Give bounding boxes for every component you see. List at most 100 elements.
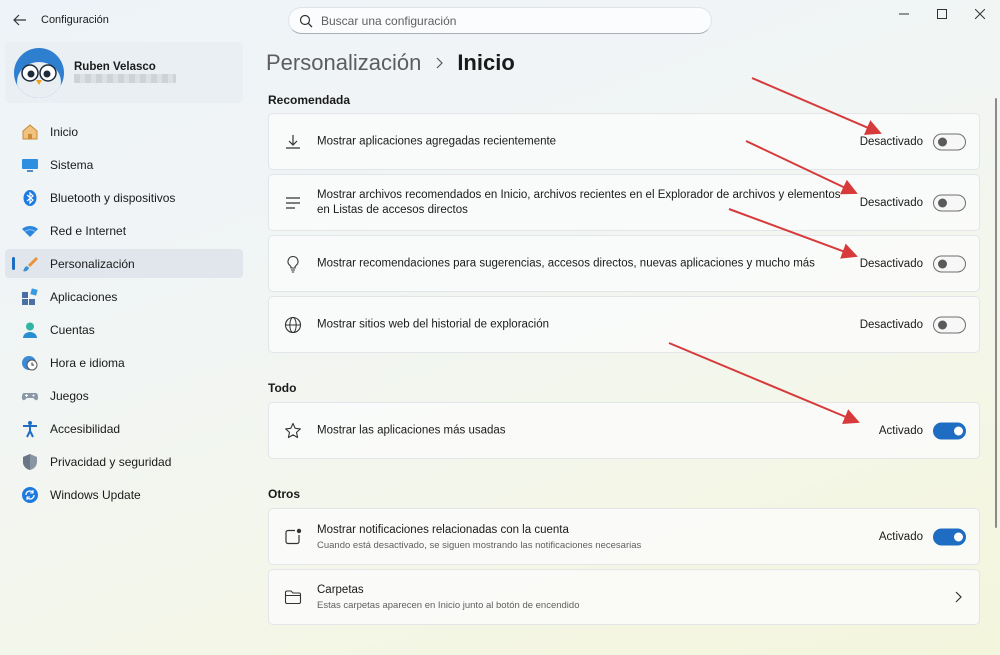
setting-most-used-apps: Mostrar las aplicaciones más usadas Acti… [268,402,980,459]
sidebar-item-label: Windows Update [50,487,141,502]
chevron-right-icon [435,57,444,69]
sidebar-item-label: Bluetooth y dispositivos [50,190,176,205]
scrollbar[interactable] [995,98,997,528]
globe-icon [283,315,303,335]
search-icon [299,14,313,27]
toggle-state: Desactivado [859,135,923,148]
toggle-state: Desactivado [859,196,923,209]
gamepad-icon [21,387,39,405]
setting-recommended-files: Mostrar archivos recomendados en Inicio,… [268,174,980,231]
toggle-switch[interactable] [933,194,966,211]
sidebar-item-accesibilidad[interactable]: Accesibilidad [5,414,243,443]
person-icon [21,321,39,339]
sidebar-item-label: Sistema [50,157,94,172]
sidebar-item-label: Inicio [50,124,79,139]
toggle-switch[interactable] [933,422,966,439]
back-button[interactable] [8,8,32,32]
search-box[interactable] [288,7,712,34]
monitor-icon [21,156,39,174]
sidebar-item-cuentas[interactable]: Cuentas [5,315,243,344]
sidebar-item-inicio[interactable]: Inicio [5,117,243,146]
setting-label: Mostrar recomendaciones para sugerencias… [317,257,815,269]
sidebar-item-privacidad[interactable]: Privacidad y seguridad [5,447,243,476]
toggle-knob [938,320,947,329]
chevron-right-icon [953,590,963,604]
sidebar-item-label: Cuentas [50,322,95,337]
minimize-button[interactable] [889,4,919,24]
setting-label: Mostrar archivos recomendados en Inicio,… [317,188,841,216]
toggle-state: Activado [878,424,923,437]
toggle-switch[interactable] [933,133,966,150]
clock-globe-icon [21,354,39,372]
user-name: Ruben Velasco [74,61,156,73]
sidebar-item-label: Privacidad y seguridad [50,454,172,469]
sidebar-item-label: Personalización [50,256,135,271]
setting-folders[interactable]: Carpetas Estas carpetas aparecen en Inic… [268,569,980,625]
owl-avatar-icon [14,48,64,98]
star-icon [283,421,303,441]
brush-icon [21,255,39,273]
toggle-switch[interactable] [933,528,966,545]
setting-browsing-history: Mostrar sitios web del historial de expl… [268,296,980,353]
sidebar-item-hora[interactable]: Hora e idioma [5,348,243,377]
section-title-recomendada: Recomendada [268,93,351,107]
page-title: Inicio [457,50,515,75]
toggle-switch[interactable] [933,316,966,333]
toggle-switch[interactable] [933,255,966,272]
close-button[interactable] [965,4,995,24]
toggle-state: Desactivado [859,257,923,270]
app-title: Configuración [41,14,109,26]
sidebar-item-windows-update[interactable]: Windows Update [5,480,243,509]
sidebar-item-label: Aplicaciones [50,289,118,304]
setting-label: Carpetas [317,584,364,596]
notification-square-icon [283,527,303,547]
bluetooth-icon [21,189,39,207]
sidebar-item-juegos[interactable]: Juegos [5,381,243,410]
user-profile[interactable]: Ruben Velasco [5,42,243,103]
setting-label: Mostrar aplicaciones agregadas recientem… [317,135,557,147]
download-icon [283,132,303,152]
close-icon [975,9,985,19]
lightbulb-icon [283,254,303,274]
folder-icon [283,587,303,607]
setting-recent-apps: Mostrar aplicaciones agregadas recientem… [268,113,980,170]
home-icon [21,123,39,141]
shield-icon [21,453,39,471]
sidebar-item-label: Hora e idioma [50,355,125,370]
setting-label: Mostrar las aplicaciones más usadas [317,424,506,436]
title-bar: Configuración [0,0,1000,40]
update-icon [21,486,39,504]
maximize-icon [937,9,947,19]
toggle-knob [954,532,963,541]
setting-description: Estas carpetas aparecen en Inicio junto … [317,600,580,611]
toggle-state: Activado [878,530,923,543]
sidebar-nav: Inicio Sistema Bluetooth y dispositivos … [5,117,243,513]
toggle-state: Desactivado [859,318,923,331]
maximize-button[interactable] [927,4,957,24]
toggle-knob [954,426,963,435]
sidebar-item-red[interactable]: Red e Internet [5,216,243,245]
avatar [14,48,64,98]
minimize-icon [899,13,909,15]
breadcrumb-parent[interactable]: Personalización [266,50,421,76]
sidebar-item-sistema[interactable]: Sistema [5,150,243,179]
setting-recommendations: Mostrar recomendaciones para sugerencias… [268,235,980,292]
breadcrumb: Personalización Inicio [266,48,515,78]
list-lines-icon [283,193,303,213]
sidebar-item-aplicaciones[interactable]: Aplicaciones [5,282,243,311]
accessibility-icon [21,420,39,438]
search-input[interactable] [321,13,681,28]
toggle-knob [938,198,947,207]
section-title-todo: Todo [268,381,297,395]
sidebar-item-personalizacion[interactable]: Personalización [5,249,243,278]
sidebar-item-label: Red e Internet [50,223,127,238]
setting-account-notifications: Mostrar notificaciones relacionadas con … [268,508,980,565]
toggle-knob [938,259,947,268]
user-email-redacted [74,74,176,83]
wifi-icon [21,222,39,240]
setting-label: Mostrar sitios web del historial de expl… [317,318,550,330]
toggle-knob [938,137,947,146]
sidebar-item-bluetooth[interactable]: Bluetooth y dispositivos [5,183,243,212]
apps-icon [21,287,39,306]
sidebar-item-label: Juegos [50,388,89,403]
